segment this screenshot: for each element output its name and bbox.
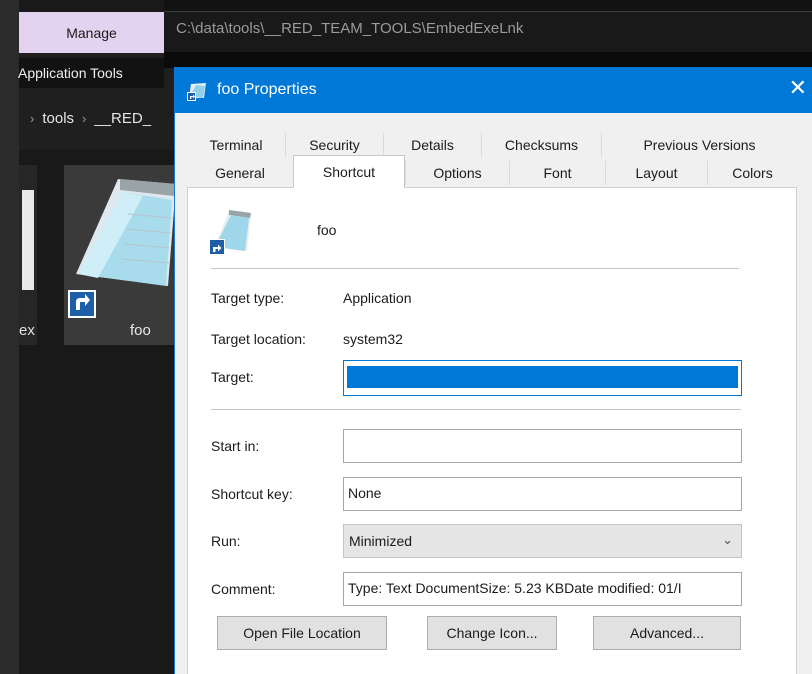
chevron-right-icon: › bbox=[30, 111, 35, 126]
tab-general[interactable]: General bbox=[187, 161, 293, 185]
file-item-name: foo bbox=[130, 322, 151, 339]
change-icon-button[interactable]: Change Icon... bbox=[427, 616, 557, 650]
start-in-label: Start in: bbox=[211, 438, 260, 454]
explorer-left-edge bbox=[0, 0, 19, 674]
chevron-right-icon: › bbox=[82, 111, 87, 126]
tab-checksums[interactable]: Checksums bbox=[481, 133, 601, 157]
breadcrumb: › tools › __RED_ bbox=[22, 110, 151, 127]
shortcut-name: foo bbox=[317, 222, 337, 238]
tab-security[interactable]: Security bbox=[285, 133, 383, 157]
target-location-value: system32 bbox=[343, 331, 403, 347]
shortcut-key-label: Shortcut key: bbox=[211, 486, 293, 502]
tab-layout[interactable]: Layout bbox=[605, 161, 707, 185]
tab-terminal[interactable]: Terminal bbox=[187, 133, 285, 157]
breadcrumb-item-tools[interactable]: tools bbox=[42, 110, 74, 127]
target-type-label: Target type: bbox=[211, 290, 285, 306]
notepad-icon bbox=[209, 207, 253, 262]
tab-shortcut[interactable]: Shortcut bbox=[293, 155, 405, 188]
ribbon-context-tab[interactable]: Application Tools bbox=[18, 58, 164, 88]
tab-previous-versions[interactable]: Previous Versions bbox=[601, 133, 797, 157]
document-icon bbox=[22, 190, 34, 290]
tab-options[interactable]: Options bbox=[405, 161, 509, 185]
separator bbox=[211, 268, 739, 269]
shortcut-key-input[interactable]: None bbox=[343, 477, 742, 511]
run-select[interactable]: Minimized ⌄ bbox=[343, 524, 742, 558]
open-file-location-button[interactable]: Open File Location bbox=[217, 616, 387, 650]
file-item-name: ex bbox=[19, 322, 35, 339]
target-input[interactable] bbox=[343, 360, 742, 396]
dialog-titlebar[interactable]: foo Properties ✕ bbox=[175, 67, 812, 113]
tab-font[interactable]: Font bbox=[509, 161, 605, 185]
breadcrumb-item-red-team[interactable]: __RED_ bbox=[94, 110, 151, 127]
close-icon[interactable]: ✕ bbox=[789, 77, 807, 99]
target-label: Target: bbox=[211, 369, 254, 385]
comment-input[interactable]: Type: Text DocumentSize: 5.23 KBDate mod… bbox=[343, 572, 742, 606]
start-in-input[interactable] bbox=[343, 429, 742, 463]
advanced-button[interactable]: Advanced... bbox=[593, 616, 741, 650]
separator bbox=[211, 409, 741, 410]
comment-label: Comment: bbox=[211, 581, 276, 597]
shortcut-app-icon bbox=[187, 81, 207, 106]
ribbon-tab-manage-label: Manage bbox=[66, 24, 117, 41]
ribbon-area bbox=[164, 52, 812, 68]
target-location-label: Target location: bbox=[211, 331, 306, 347]
explorer-top-line bbox=[164, 0, 812, 12]
ribbon-tab-manage[interactable]: Manage bbox=[19, 12, 164, 53]
run-select-value: Minimized bbox=[349, 533, 413, 549]
target-type-value: Application bbox=[343, 290, 412, 306]
dialog-title: foo Properties bbox=[217, 81, 317, 98]
target-selection-highlight bbox=[347, 366, 738, 388]
window-title-path: C:\data\tools\__RED_TEAM_TOOLS\EmbedExeL… bbox=[176, 20, 524, 37]
notepad-shortcut-icon bbox=[68, 174, 178, 329]
tab-details[interactable]: Details bbox=[383, 133, 481, 157]
properties-dialog: foo Properties ✕ Terminal Security Detai… bbox=[174, 67, 812, 674]
tab-colors[interactable]: Colors bbox=[707, 161, 797, 185]
run-label: Run: bbox=[211, 533, 241, 549]
chevron-down-icon: ⌄ bbox=[722, 532, 733, 547]
ribbon-context-tab-label: Application Tools bbox=[18, 65, 123, 81]
